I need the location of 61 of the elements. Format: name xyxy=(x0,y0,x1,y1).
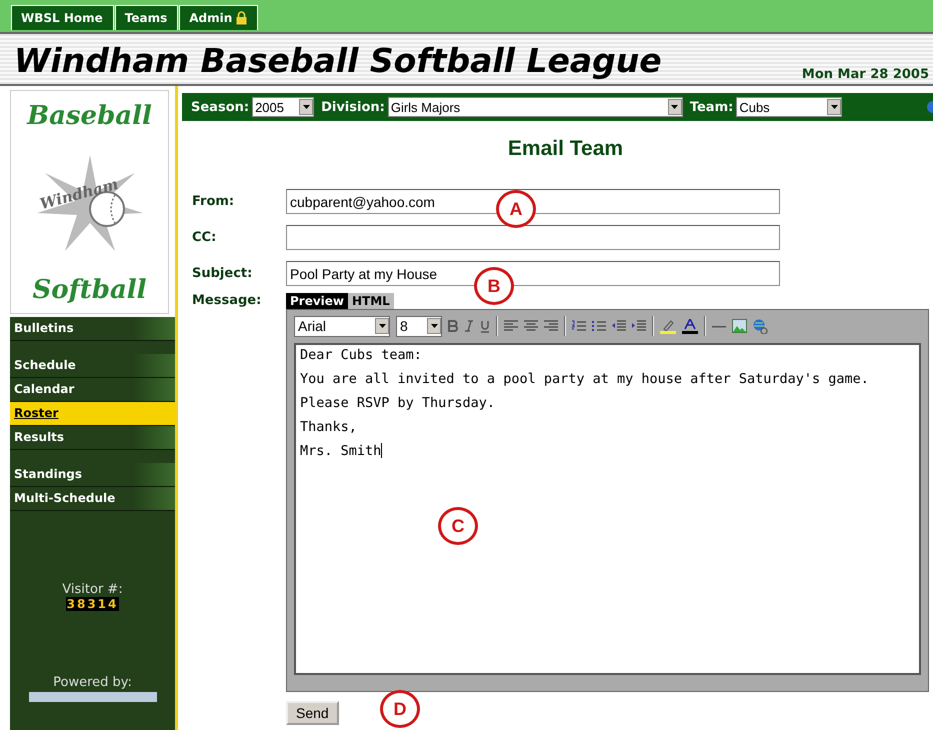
caret-icon xyxy=(378,324,386,328)
editor-tab[interactable]: HTML xyxy=(348,293,394,309)
font-size-dropdown[interactable]: 8 xyxy=(396,316,442,336)
indent-icon[interactable] xyxy=(632,320,646,332)
page-title: Email Team xyxy=(506,137,624,161)
filter-label: Division: xyxy=(321,100,385,114)
field-label: From: xyxy=(192,194,236,209)
sidebar-item[interactable]: Standings xyxy=(10,463,175,487)
filter-label: Team: xyxy=(690,100,734,114)
field-label: CC: xyxy=(192,230,218,245)
dropdown[interactable]: Cubs xyxy=(736,97,842,117)
message-line: You are all invited to a pool party at my house after Saturday's game. xyxy=(300,371,870,387)
numbered-list-icon[interactable] xyxy=(572,320,586,332)
visitor-counter: 38314 xyxy=(66,597,120,611)
caret-icon xyxy=(430,324,438,328)
globe-link-icon[interactable] xyxy=(753,318,768,334)
sidebar-item[interactable]: Calendar xyxy=(10,378,175,402)
logo-text: Baseball xyxy=(27,101,152,131)
caret-icon xyxy=(830,105,838,109)
horizontal-rule-icon[interactable] xyxy=(712,324,726,328)
filter-label: Season: xyxy=(191,100,250,114)
editor-tab[interactable]: Preview xyxy=(286,293,348,309)
visitor-label: Visitor #: xyxy=(62,582,123,597)
image-icon[interactable] xyxy=(732,319,747,333)
font-dropdown[interactable]: Arial xyxy=(294,316,390,336)
dropdown[interactable]: Girls Majors xyxy=(388,97,683,117)
align-icon[interactable] xyxy=(504,320,518,332)
align-icon[interactable] xyxy=(524,320,538,332)
nav-link[interactable]: Admin xyxy=(179,5,258,30)
dropdown[interactable]: 2005 xyxy=(252,97,314,117)
field-label: Message: xyxy=(192,293,262,308)
message-line: Thanks, xyxy=(300,419,358,435)
sidebar-item[interactable]: Roster xyxy=(10,402,175,426)
site-title: Windham Baseball Softball League xyxy=(14,40,662,82)
outdent-icon[interactable] xyxy=(612,320,626,332)
message-line: Please RSVP by Thursday. xyxy=(300,395,496,411)
send-button[interactable]: Send xyxy=(286,701,339,725)
sidebar-item[interactable]: Schedule xyxy=(10,354,175,378)
caret-icon xyxy=(302,105,310,109)
message-line: Dear Cubs team: xyxy=(300,347,423,363)
align-icon[interactable] xyxy=(544,320,558,332)
highlighter-icon[interactable] xyxy=(660,318,676,334)
annotation-marker: D xyxy=(380,690,420,728)
date-label: Mon Mar 28 2005 xyxy=(802,67,929,84)
underline-icon[interactable] xyxy=(480,320,490,332)
powered-by-label: Powered by: xyxy=(53,675,132,690)
font-color-icon[interactable] xyxy=(682,318,698,334)
bullet-list-icon[interactable] xyxy=(592,320,606,332)
field-label: Subject: xyxy=(192,266,254,281)
caret-icon xyxy=(671,105,678,109)
bold-icon[interactable] xyxy=(448,320,458,332)
message-line: Mrs. Smith xyxy=(300,443,384,459)
annotation-marker: B xyxy=(474,267,514,305)
italic-icon[interactable] xyxy=(464,320,474,332)
input-field[interactable] xyxy=(286,225,780,250)
logo-text: Softball xyxy=(32,275,147,305)
sidebar-item[interactable]: Bulletins xyxy=(10,317,175,341)
sidebar-item[interactable]: Multi-Schedule xyxy=(10,487,175,511)
sidebar-item[interactable]: Results xyxy=(10,426,175,450)
nav-link[interactable]: Teams xyxy=(114,5,178,30)
nav-link[interactable]: WBSL Home xyxy=(11,5,114,30)
